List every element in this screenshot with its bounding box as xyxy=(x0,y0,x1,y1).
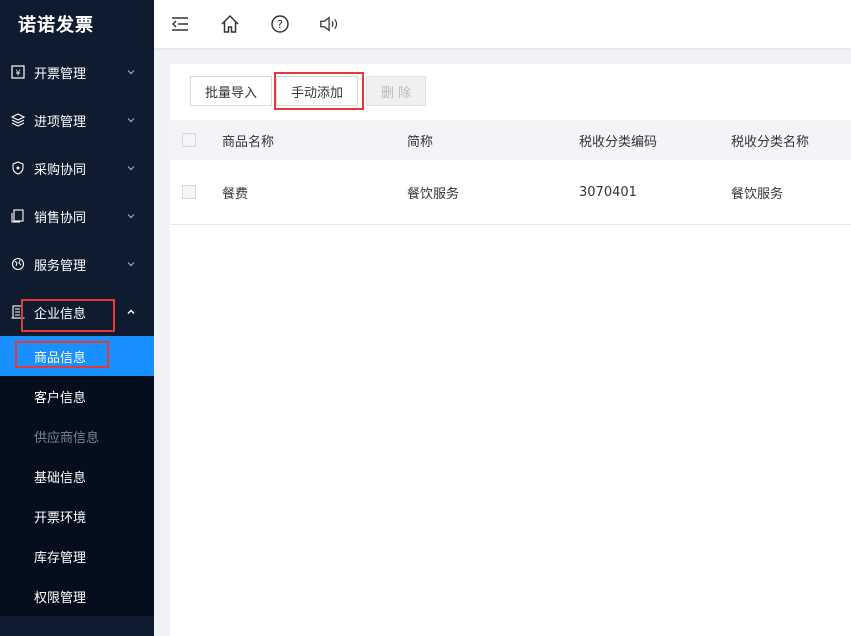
sidebar-item-permissions[interactable]: 权限管理 xyxy=(0,576,154,616)
home-icon[interactable] xyxy=(219,13,241,35)
layers-icon xyxy=(10,112,26,128)
sidebar-group-label: 进项管理 xyxy=(34,114,87,130)
manual-add-button[interactable]: 手动添加 xyxy=(276,76,359,106)
globe-icon xyxy=(10,256,26,272)
sidebar-item-product-info[interactable]: 商品信息 xyxy=(0,336,154,376)
sidebar-item-basic-info[interactable]: 基础信息 xyxy=(0,456,154,496)
chevron-down-icon xyxy=(126,259,136,269)
sidebar-group-label: 开票管理 xyxy=(34,66,87,82)
column-header-tax-code: 税收分类编码 xyxy=(579,134,658,150)
chevron-down-icon xyxy=(126,211,136,221)
chevron-down-icon xyxy=(126,115,136,125)
select-all-checkbox[interactable] xyxy=(182,133,196,147)
toolbar: 批量导入 手动添加 删 除 xyxy=(190,76,444,108)
column-header-tax-category: 税收分类名称 xyxy=(731,134,810,150)
sidebar-group-label: 企业信息 xyxy=(34,306,87,322)
invoice-icon: ¥ xyxy=(10,64,26,80)
chevron-up-icon xyxy=(126,307,136,317)
cell-tax-code: 3070401 xyxy=(579,184,637,200)
sidebar-group-purchase[interactable]: 采购协同 xyxy=(0,144,154,192)
column-header-short-name: 简称 xyxy=(407,134,434,150)
copy-icon xyxy=(10,208,26,224)
table-row[interactable]: 餐费 餐饮服务 3070401 餐饮服务 xyxy=(170,160,851,225)
top-bar: ? xyxy=(154,0,851,48)
cell-short-name: 餐饮服务 xyxy=(407,186,460,202)
sidebar: 诺诺发票 ¥ 开票管理 进项管理 采购协同 销售协同 服务管理 企业信息 商品信… xyxy=(0,0,154,636)
chevron-down-icon xyxy=(126,67,136,77)
sidebar-item-invoicing-environment[interactable]: 开票环境 xyxy=(0,496,154,536)
sidebar-group-company-info[interactable]: 企业信息 xyxy=(0,288,154,336)
sidebar-group-label: 采购协同 xyxy=(34,162,87,178)
product-table: 商品名称 简称 税收分类编码 税收分类名称 餐费 餐饮服务 3070401 餐饮… xyxy=(170,120,851,225)
chevron-down-icon xyxy=(126,163,136,173)
row-checkbox[interactable] xyxy=(182,185,196,199)
batch-import-button[interactable]: 批量导入 xyxy=(190,76,273,106)
speaker-icon[interactable] xyxy=(319,13,341,35)
main-content: 批量导入 手动添加 删 除 商品名称 简称 税收分类编码 税收分类名称 餐费 餐… xyxy=(170,64,851,636)
sidebar-group-input-invoices[interactable]: 进项管理 xyxy=(0,96,154,144)
svg-text:?: ? xyxy=(277,18,283,31)
sidebar-item-supplier-info[interactable]: 供应商信息 xyxy=(0,416,154,456)
sidebar-group-services[interactable]: 服务管理 xyxy=(0,240,154,288)
column-header-name: 商品名称 xyxy=(222,134,275,150)
delete-button[interactable]: 删 除 xyxy=(366,76,427,106)
sidebar-group-label: 销售协同 xyxy=(34,210,87,226)
table-header: 商品名称 简称 税收分类编码 税收分类名称 xyxy=(170,120,851,160)
app-logo: 诺诺发票 xyxy=(18,15,94,36)
sidebar-group-label: 服务管理 xyxy=(34,258,87,274)
help-icon[interactable]: ? xyxy=(269,13,291,35)
sidebar-item-inventory[interactable]: 库存管理 xyxy=(0,536,154,576)
sidebar-submenu-company-info: 商品信息 客户信息 供应商信息 基础信息 开票环境 库存管理 权限管理 xyxy=(0,336,154,616)
collapse-menu-icon[interactable] xyxy=(169,13,191,35)
svg-text:¥: ¥ xyxy=(15,69,20,78)
sidebar-group-invoicing[interactable]: ¥ 开票管理 xyxy=(0,48,154,96)
sidebar-group-sales[interactable]: 销售协同 xyxy=(0,192,154,240)
cell-tax-category: 餐饮服务 xyxy=(731,186,784,202)
building-icon xyxy=(10,304,26,320)
cell-name: 餐费 xyxy=(222,186,249,202)
shield-icon xyxy=(10,160,26,176)
sidebar-item-customer-info[interactable]: 客户信息 xyxy=(0,376,154,416)
